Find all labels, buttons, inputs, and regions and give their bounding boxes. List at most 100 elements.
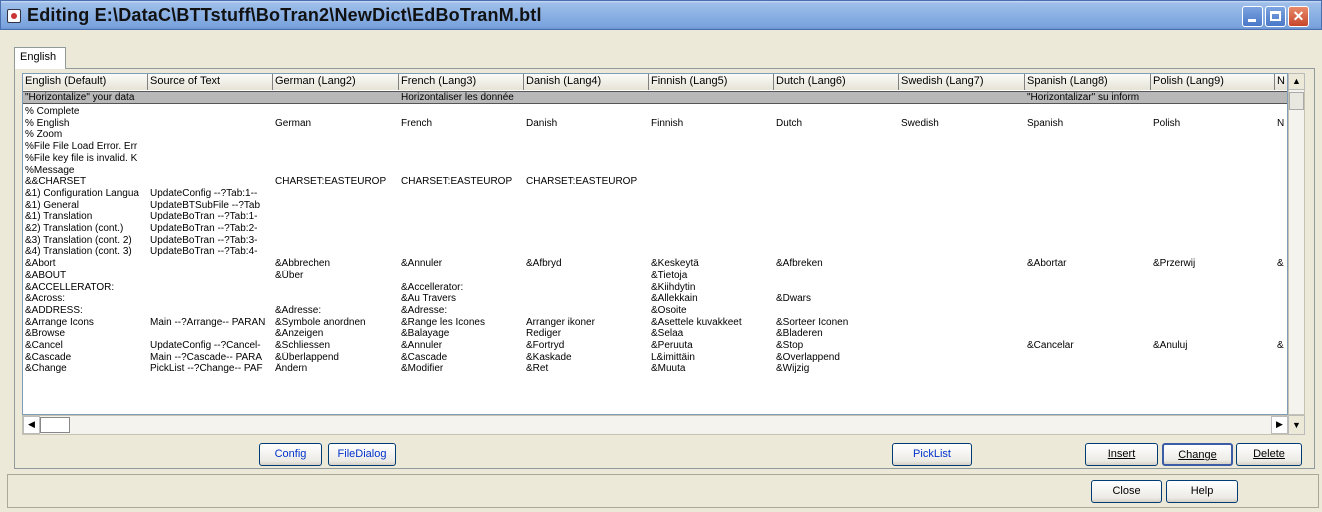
table-row[interactable]: &4) Translation (cont. 3) UpdateBoTran --… [23, 246, 1287, 257]
table-cell[interactable]: UpdateBoTran --?Tab:1- [148, 211, 273, 222]
table-row[interactable]: % English German French Danish Finnish Dutch S… [23, 118, 1287, 129]
table-cell[interactable]: Finnish [649, 118, 774, 129]
table-cell[interactable]: CHARSET:EASTEUROP [524, 176, 649, 187]
table-cell[interactable]: % Zoom [23, 129, 148, 140]
table-cell[interactable]: %File File Load Error. Err [23, 141, 148, 152]
table-cell[interactable]: UpdateConfig --?Tab:1-- [148, 188, 273, 199]
table-cell[interactable]: &1) General [23, 200, 148, 211]
table-cell[interactable]: &Modifier [399, 363, 524, 374]
table-cell[interactable]: Arranger ikoner [524, 317, 649, 328]
table-cell[interactable]: &Balayage [399, 328, 524, 339]
table-cell[interactable]: Polish [1151, 118, 1275, 129]
table-cell[interactable]: &Przerwij [1151, 258, 1275, 269]
table-cell[interactable]: N [1275, 118, 1287, 129]
table-cell[interactable]: &Afbryd [524, 258, 649, 269]
table-cell[interactable]: &Accellerator: [399, 282, 524, 293]
table-cell[interactable]: UpdateBoTran --?Tab:4- [148, 246, 273, 257]
table-row[interactable]: &2) Translation (cont.) UpdateBoTran --?T… [23, 223, 1287, 234]
table-row[interactable]: &Change PickList --?Change-- PAF Ändern &Mo… [23, 363, 1287, 374]
maximize-button[interactable] [1265, 6, 1286, 27]
table-cell[interactable]: L&imittäin [649, 352, 774, 363]
table-cell[interactable]: &Anzeigen [273, 328, 399, 339]
table-cell[interactable]: %File key file is invalid. K [23, 153, 148, 164]
table-cell[interactable]: Ändern [273, 363, 399, 374]
column-header[interactable]: N [1275, 74, 1287, 90]
scroll-left-button[interactable]: ◀ [23, 416, 40, 434]
vertical-scroll-thumb[interactable] [1289, 92, 1304, 110]
table-cell[interactable]: &Abort [23, 258, 148, 269]
table-cell[interactable]: &Au Travers [399, 293, 524, 304]
table-row[interactable]: &Arrange Icons Main --?Arrange-- PARAN &Sy… [23, 317, 1287, 328]
table-row[interactable]: &ACCELLERATOR: &Accellerator: &Kiihdytin [23, 282, 1287, 293]
table-cell[interactable]: Rediger [524, 328, 649, 339]
table-cell[interactable]: Main --?Arrange-- PARAN [148, 317, 273, 328]
table-row[interactable]: &3) Translation (cont. 2) UpdateBoTran --… [23, 235, 1287, 246]
scroll-right-button[interactable]: ▶ [1271, 416, 1288, 434]
table-row[interactable]: %File key file is invalid. K [23, 153, 1287, 164]
table-row-selected[interactable]: "Horizontalize" your data Horizontaliser … [23, 91, 1287, 104]
insert-button[interactable]: Insert [1085, 443, 1158, 466]
table-cell[interactable]: &Wijzig [774, 363, 899, 374]
table-row[interactable]: &Abort &Abbrechen &Annuler &Afbryd &Keskeytä… [23, 258, 1287, 269]
scroll-up-button[interactable]: ▲ [1288, 73, 1305, 90]
table-cell[interactable]: &3) Translation (cont. 2) [23, 235, 148, 246]
close-button[interactable]: Close [1091, 480, 1162, 503]
table-row[interactable]: &Across: &Au Travers &Allekkain &Dwars [23, 293, 1287, 304]
table-cell[interactable]: &Osoite [649, 305, 774, 316]
change-button[interactable]: Change [1162, 443, 1233, 466]
table-cell[interactable]: &Cancelar [1025, 340, 1151, 351]
table-cell[interactable]: Swedish [899, 118, 1025, 129]
table-cell[interactable]: &Sorteer Iconen [774, 317, 899, 328]
table-cell[interactable]: Main --?Cascade-- PARA [148, 352, 273, 363]
tab-english[interactable]: English [14, 47, 66, 69]
table-cell[interactable]: &Kiihdytin [649, 282, 774, 293]
column-header[interactable]: Dutch (Lang6) [774, 74, 899, 90]
table-cell[interactable]: UpdateBTSubFile --?Tab [148, 200, 273, 211]
table-cell[interactable]: Danish [524, 118, 649, 129]
column-header[interactable]: Source of Text [148, 74, 273, 90]
table-cell[interactable]: &Bladeren [774, 328, 899, 339]
table-cell[interactable]: &Asettele kuvakkeet [649, 317, 774, 328]
table-cell[interactable]: &Stop [774, 340, 899, 351]
column-header[interactable]: Spanish (Lang8) [1025, 74, 1151, 90]
table-row[interactable]: &Cancel UpdateConfig --?Cancel- &Schliesse… [23, 340, 1287, 351]
table-cell[interactable]: &Cancel [23, 340, 148, 351]
table-cell[interactable]: &ABOUT [23, 270, 148, 281]
column-header[interactable]: Swedish (Lang7) [899, 74, 1025, 90]
table-cell[interactable]: &Muuta [649, 363, 774, 374]
table-row[interactable]: %File File Load Error. Err [23, 141, 1287, 152]
table-cell[interactable]: &Dwars [774, 293, 899, 304]
table-cell[interactable]: &Abortar [1025, 258, 1151, 269]
table-cell[interactable]: Horizontaliser les donnée [399, 92, 524, 103]
filedialog-button[interactable]: FileDialog [328, 443, 396, 466]
table-row[interactable]: &1) Configuration Langua UpdateConfig --?… [23, 188, 1287, 199]
table-cell[interactable]: &Across: [23, 293, 148, 304]
horizontal-scroll-thumb[interactable] [40, 417, 70, 433]
help-button[interactable]: Help [1166, 480, 1238, 503]
table-cell[interactable]: Spanish [1025, 118, 1151, 129]
table-cell[interactable]: &Change [23, 363, 148, 374]
table-cell[interactable]: "Horizontalizar" su inform [1025, 92, 1151, 103]
table-cell[interactable]: &Cascade [23, 352, 148, 363]
table-cell[interactable]: "Horizontalize" your data [23, 92, 148, 103]
table-cell[interactable]: &ACCELLERATOR: [23, 282, 148, 293]
table-cell[interactable]: &Keskeytä [649, 258, 774, 269]
column-header[interactable]: Finnish (Lang5) [649, 74, 774, 90]
table-cell[interactable]: %Message [23, 165, 148, 176]
minimize-button[interactable] [1242, 6, 1263, 27]
table-cell[interactable]: &1) Configuration Langua [23, 188, 148, 199]
table-row[interactable]: &ABOUT &Über &Tietoja [23, 270, 1287, 281]
table-cell[interactable]: CHARSET:EASTEUROP [273, 176, 399, 187]
table-cell[interactable]: &Anuluj [1151, 340, 1275, 351]
config-button[interactable]: Config [259, 443, 322, 466]
table-cell[interactable]: PickList --?Change-- PAF [148, 363, 273, 374]
table-row[interactable]: %Message [23, 165, 1287, 176]
table-cell[interactable]: &Ret [524, 363, 649, 374]
table-cell[interactable]: &Fortryd [524, 340, 649, 351]
table-cell[interactable]: &Overlappend [774, 352, 899, 363]
table-cell[interactable]: &Symbole anordnen [273, 317, 399, 328]
table-cell[interactable]: % English [23, 118, 148, 129]
table-cell[interactable]: UpdateBoTran --?Tab:2- [148, 223, 273, 234]
table-cell[interactable]: &Browse [23, 328, 148, 339]
table-cell[interactable]: &Allekkain [649, 293, 774, 304]
